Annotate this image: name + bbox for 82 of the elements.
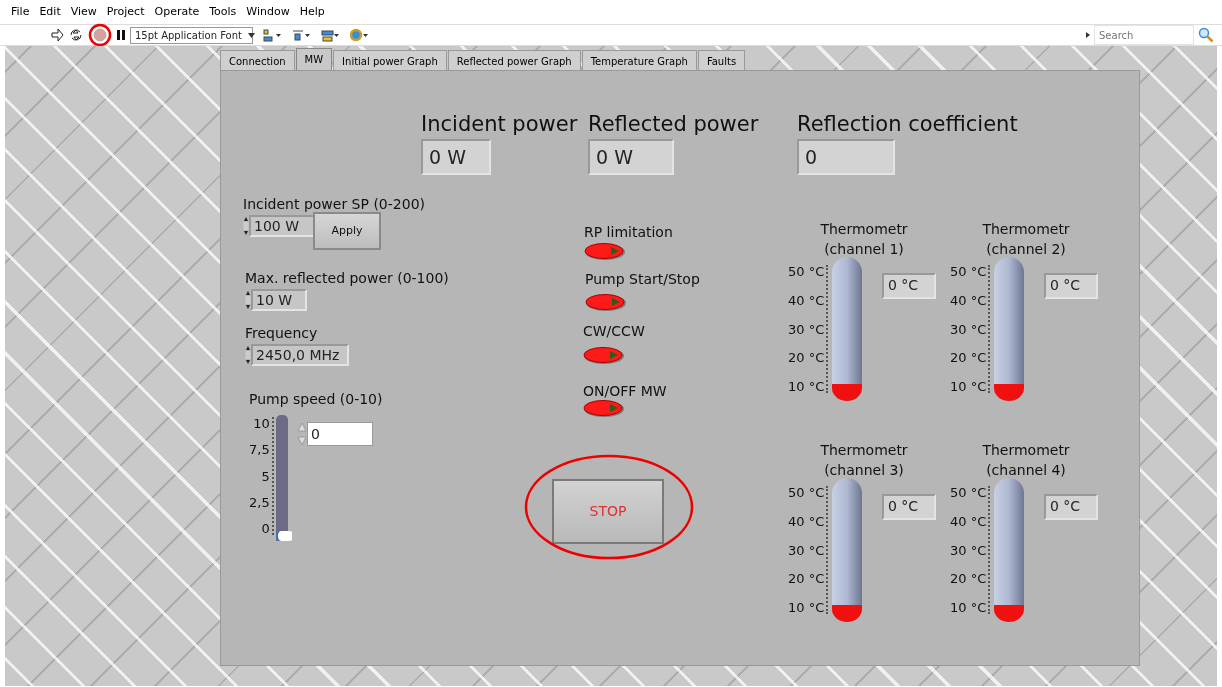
numeric-field[interactable]: 2450,0 MHz [251, 344, 349, 366]
menu-item[interactable]: Project [101, 3, 150, 21]
tab[interactable]: MW [295, 48, 333, 70]
scale-label: 40 °C [950, 514, 987, 528]
scale-label: 30 °C [950, 322, 987, 336]
scale-label: 30 °C [950, 543, 987, 557]
scale-label: 0 [261, 522, 270, 535]
resize-icon[interactable] [321, 27, 340, 43]
indicator-label: Reflected power [588, 111, 759, 138]
spinner-arrows-icon[interactable] [245, 290, 251, 310]
scale-label: 10 °C [788, 601, 825, 614]
indicator-label: RP limitation [584, 223, 673, 242]
scale-label: 40 °C [788, 293, 825, 307]
tab[interactable]: Temperature Graph [581, 50, 697, 70]
scale-label: 20 °C [788, 351, 825, 365]
scale-label: 40 °C [788, 514, 825, 528]
scale-label: 30 °C [788, 322, 825, 336]
tab[interactable]: Reflected power Graph [447, 50, 581, 70]
distribute-icon[interactable] [292, 27, 311, 43]
scale-label: 20 °C [950, 351, 987, 365]
menu-item[interactable]: Help [294, 3, 330, 21]
value-display: 0 [797, 139, 895, 175]
slider-thumb[interactable] [275, 531, 292, 541]
spinner-arrows-icon[interactable] [245, 345, 251, 365]
spinner-arrows-icon[interactable] [243, 216, 249, 236]
indicator-label: ON/OFF MW [583, 382, 667, 401]
caret-icon [248, 32, 255, 38]
scale-label: 50 °C [788, 486, 825, 499]
tab[interactable]: Initial power Graph [333, 50, 447, 70]
scale-label: 30 °C [788, 543, 825, 557]
scale-label: 40 °C [950, 293, 987, 307]
scale-label: 10 °C [950, 380, 987, 393]
tab[interactable]: Connection [220, 50, 295, 70]
align-icon[interactable] [263, 27, 282, 43]
value-display: 0 °C [1044, 494, 1098, 520]
menu-item[interactable]: Window [241, 3, 295, 21]
value-display: 0 °C [882, 494, 936, 520]
run-continuously-icon[interactable] [68, 28, 84, 42]
scale-label: 7,5 [249, 443, 270, 457]
abort-icon[interactable] [88, 23, 112, 47]
value-display: 0 °C [1044, 273, 1098, 299]
value-display: 0 W [421, 139, 491, 175]
menu-item[interactable]: Tools [204, 3, 242, 21]
pause-icon[interactable] [116, 29, 126, 41]
tab[interactable]: Faults [697, 50, 746, 70]
scale-label: 10 °C [788, 380, 825, 393]
scale-label: 20 °C [950, 572, 987, 586]
control-label: Incident power SP (0-200) [243, 195, 425, 214]
search-icon[interactable] [1198, 27, 1214, 43]
apply-button[interactable]: Apply [313, 212, 381, 250]
menu-item[interactable]: File [6, 3, 35, 21]
scale-label: 2,5 [249, 495, 270, 509]
indicator-label: CW/CCW [583, 322, 645, 341]
reorder-icon[interactable] [350, 27, 369, 43]
scale-label: 5 [261, 469, 270, 483]
scale-label: 10 [253, 417, 270, 430]
run-arrow-icon[interactable] [50, 28, 64, 42]
thermometer-label: Thermometr (channel 3) [819, 441, 909, 480]
control-label: Frequency [245, 324, 318, 343]
indicator-label: Incident power [421, 111, 578, 138]
scale-label: 20 °C [788, 572, 825, 586]
scale-label: 50 °C [788, 265, 825, 278]
indicator-label: Reflection coefficient [797, 111, 1018, 138]
numeric-field[interactable]: 10 W [251, 289, 307, 311]
menu-item[interactable]: Edit [34, 3, 66, 21]
thermometer-label: Thermometr (channel 4) [981, 441, 1071, 480]
menu-item[interactable]: Operate [149, 3, 205, 21]
thermometer-label: Thermometr (channel 1) [819, 220, 909, 259]
expand-icon[interactable] [1085, 31, 1091, 39]
thermometer-label: Thermometr (channel 2) [981, 220, 1071, 259]
indicator-label: Pump Start/Stop [585, 270, 700, 289]
scale-label: 50 °C [950, 265, 987, 278]
menu-item[interactable]: View [65, 3, 102, 21]
scale-label: 50 °C [950, 486, 987, 499]
scale-label: 10 °C [950, 601, 987, 614]
control-label: Pump speed (0-10) [249, 390, 383, 409]
numeric-field[interactable]: 0 [307, 422, 373, 446]
font-dropdown[interactable]: 15pt Application Font [130, 26, 253, 44]
value-display: 0 °C [882, 273, 936, 299]
search-field[interactable]: Search [1094, 25, 1194, 45]
control-label: Max. reflected power (0-100) [245, 269, 449, 288]
value-display: 0 W [588, 139, 674, 175]
